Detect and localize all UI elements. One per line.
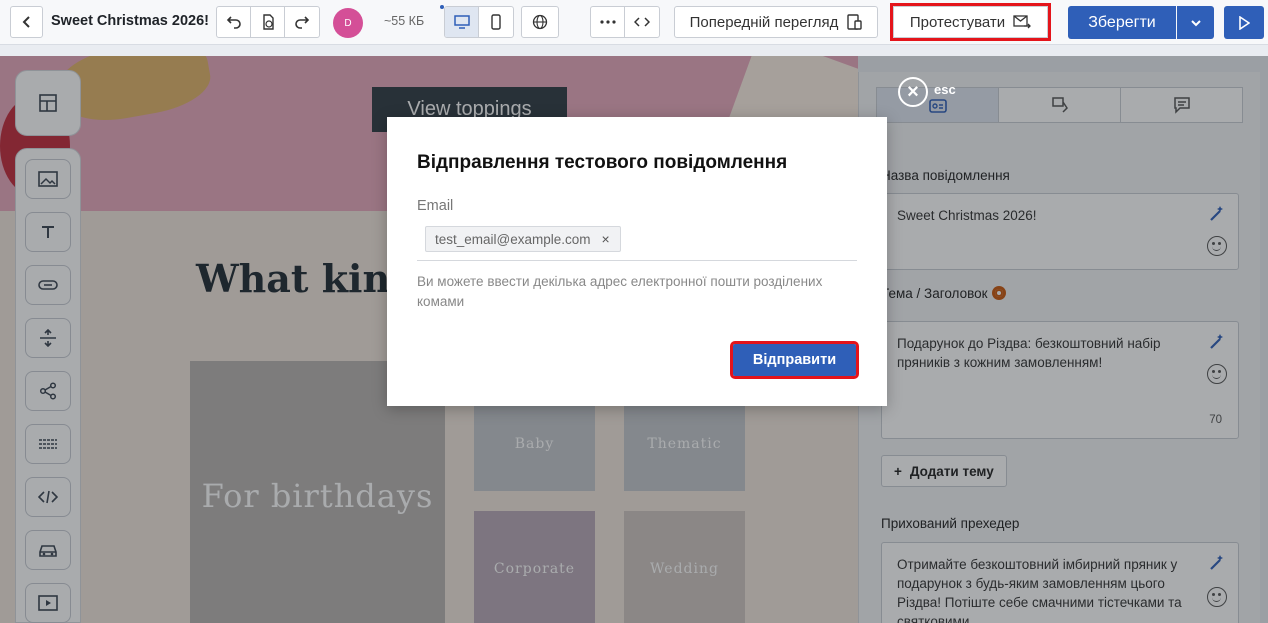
history-button[interactable] [251,7,285,37]
save-button[interactable]: Зберегти [1068,6,1176,39]
undo-icon [226,16,241,29]
document-history-icon [262,14,274,30]
desktop-icon [453,15,470,29]
redo-icon [295,16,310,29]
campaign-title: Sweet Christmas 2026! [51,13,209,29]
mobile-icon [491,14,501,30]
preview-label: Попередній перегляд [689,13,839,31]
desktop-view-button[interactable] [445,7,479,37]
more-group [590,6,660,38]
run-button[interactable] [1224,6,1264,39]
more-button[interactable] [591,7,625,37]
message-size: ~55 КБ [384,14,425,28]
globe-icon [532,14,548,30]
undo-button[interactable] [217,7,251,37]
top-toolbar: Sweet Christmas 2026! D ~55 КБ Попередні… [0,0,1268,45]
preview-devices-icon [847,14,863,30]
play-icon [1239,15,1250,30]
test-button[interactable]: Протестувати [890,3,1051,41]
email-input[interactable]: test_email@example.com × [417,223,857,261]
preview-button[interactable]: Попередній перегляд [674,6,878,38]
user-avatar[interactable]: D [333,8,363,38]
test-label: Протестувати [909,13,1006,31]
chevron-down-icon [1190,19,1201,26]
language-button[interactable] [521,6,559,38]
dialog-title: Відправлення тестового повідомлення [417,152,788,173]
mobile-view-button[interactable] [479,7,513,37]
chevron-left-icon [22,16,30,28]
back-button[interactable] [10,6,43,38]
esc-hint: esc [934,82,956,97]
close-icon[interactable]: × [898,77,928,107]
email-chip-text: test_email@example.com [435,231,591,247]
device-toggle [444,6,514,38]
history-group [216,6,320,38]
more-dots-icon [599,20,616,24]
code-icon [634,17,650,27]
code-view-button[interactable] [625,7,659,37]
remove-chip-icon[interactable]: × [602,231,610,247]
email-chip: test_email@example.com × [425,226,621,252]
send-mail-icon [1013,15,1032,29]
email-hint: Ви можете ввести декілька адрес електрон… [417,274,823,309]
redo-button[interactable] [285,7,319,37]
email-label: Email [417,198,454,214]
test-message-dialog: Відправлення тестового повідомлення Emai… [387,117,887,406]
save-options-button[interactable] [1177,6,1214,39]
send-button[interactable]: Відправити [730,341,859,379]
